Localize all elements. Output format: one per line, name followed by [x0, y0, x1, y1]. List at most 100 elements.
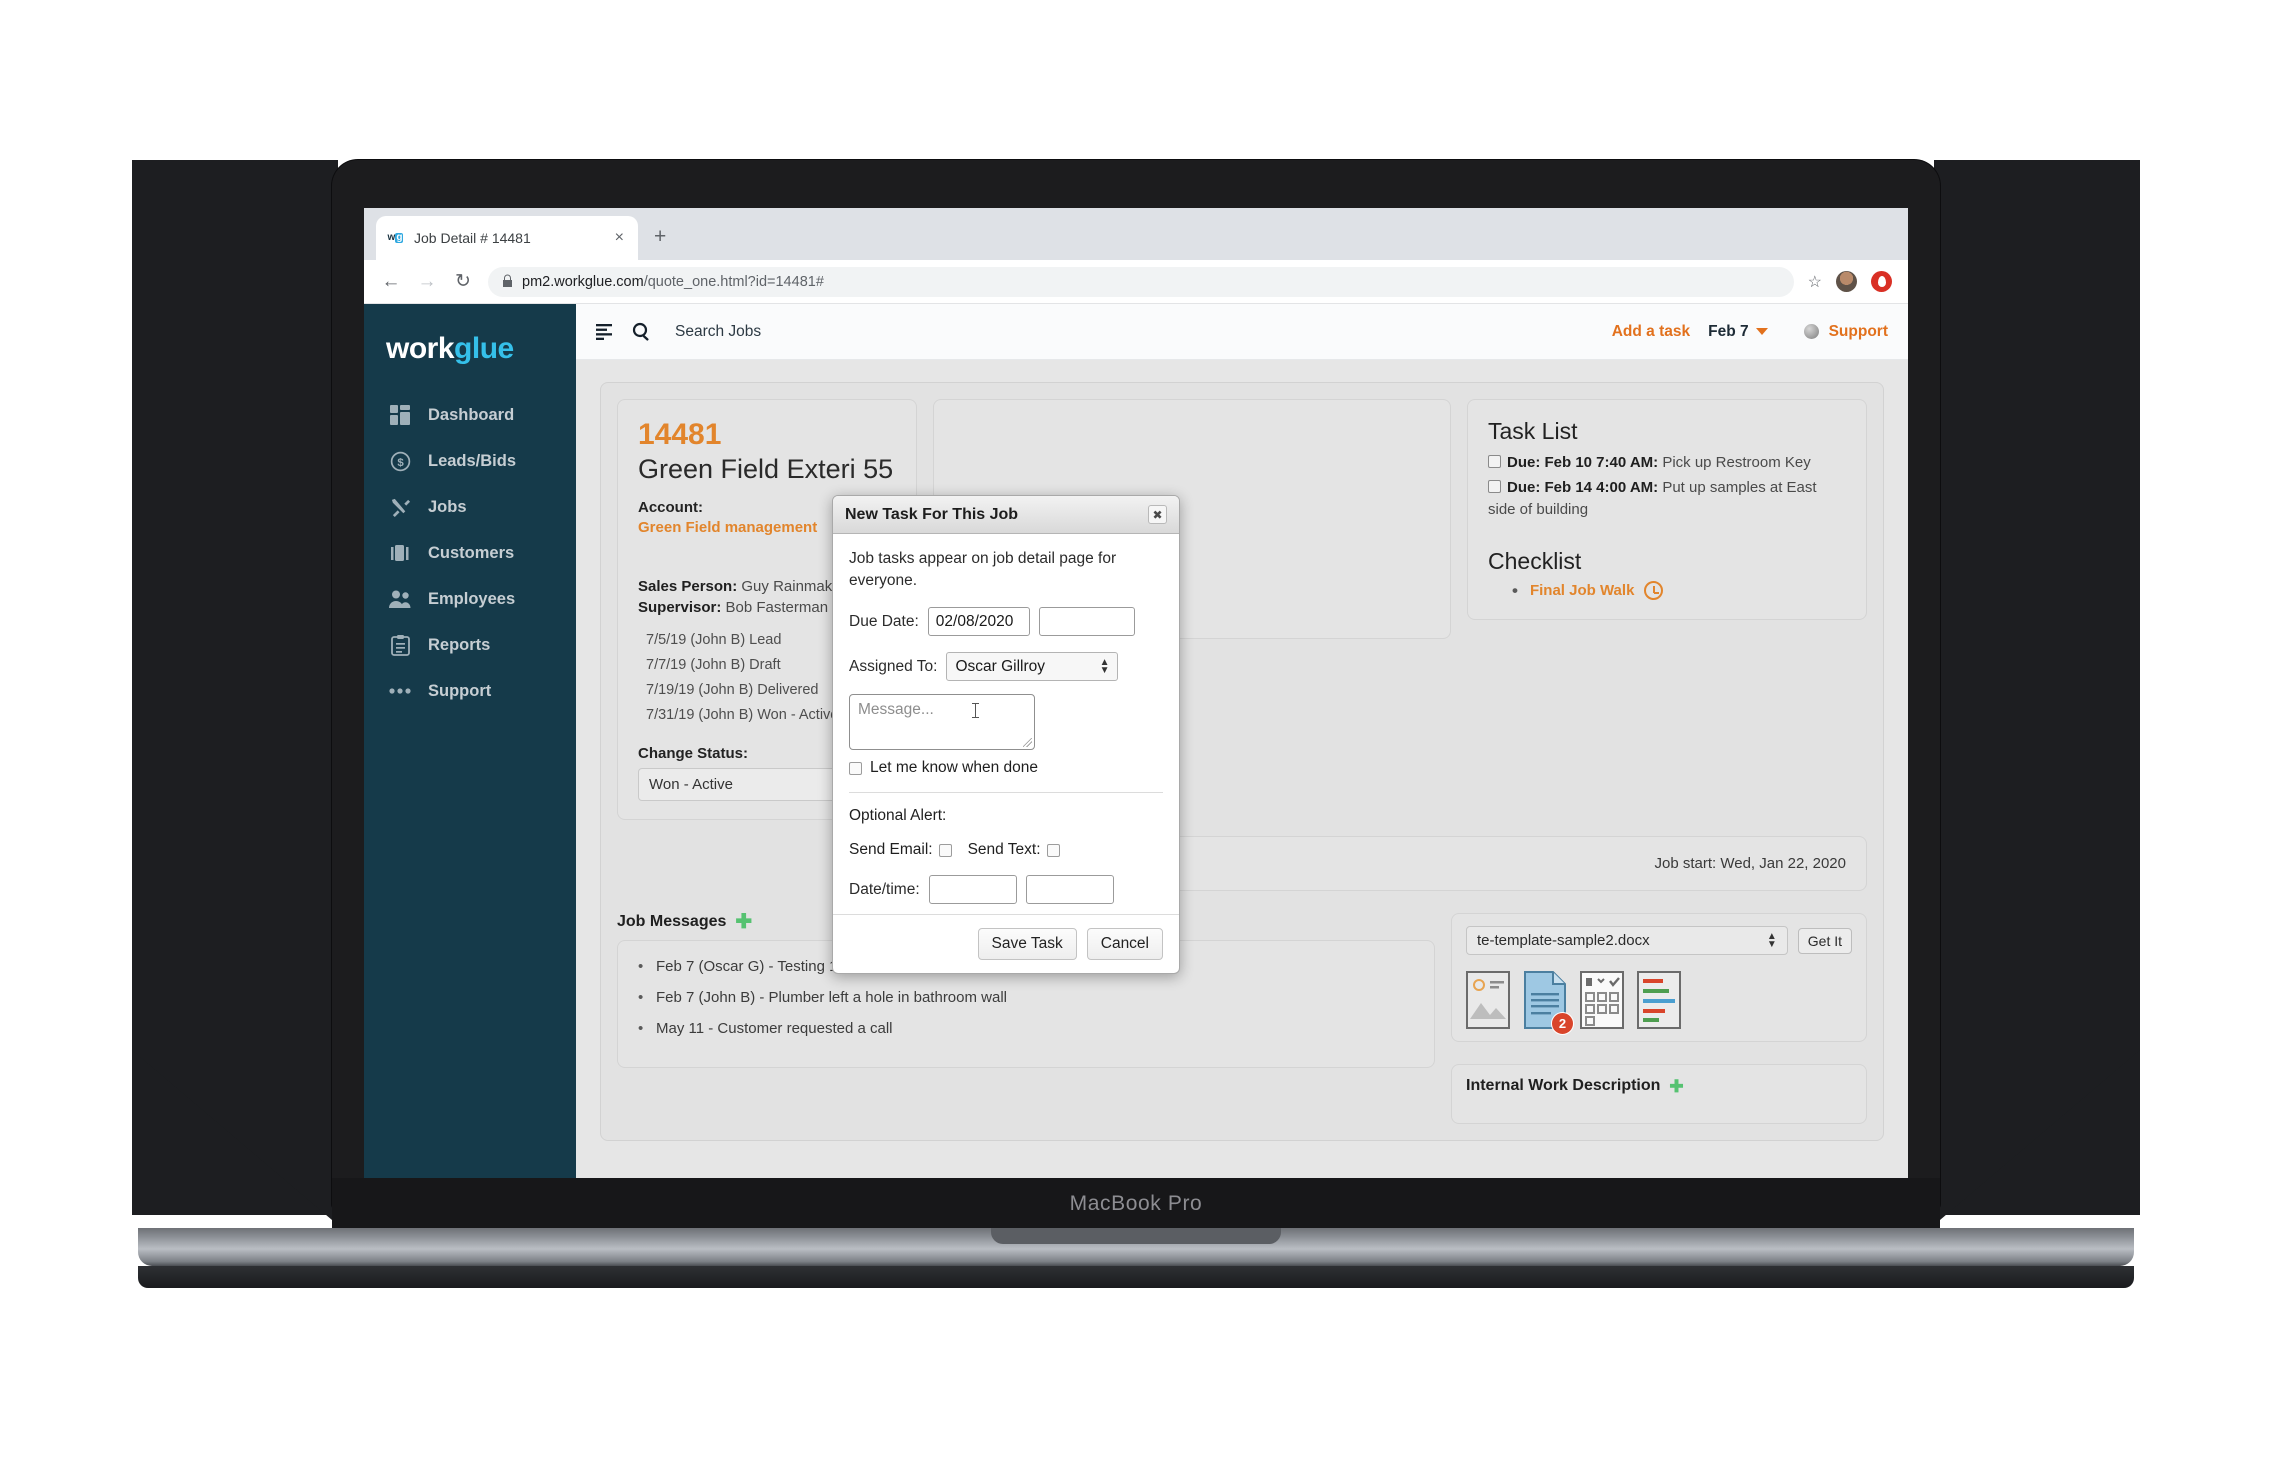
- send-text-label: Send Text:: [967, 841, 1041, 859]
- template-row: te-template-sample2.docx ▲ ▼ Get It: [1466, 926, 1852, 956]
- template-selected-value: te-template-sample2.docx: [1477, 932, 1650, 950]
- row-messages-template: Job Messages ✚ Feb 7 (Oscar G) - Testing…: [617, 912, 1867, 1125]
- close-icon[interactable]: ✖: [1148, 505, 1167, 524]
- assigned-to-row: Assigned To: Oscar Gillroy ▲ ▼: [849, 652, 1163, 682]
- notify-row: Let me know when done: [849, 759, 1163, 777]
- alert-datetime-row: Date/time:: [849, 875, 1163, 905]
- main-area: Search Jobs Add a task Feb 7 Support 144…: [576, 304, 1908, 1178]
- task-checkbox[interactable]: [1488, 479, 1501, 493]
- backdrop-right: [1934, 160, 2140, 1215]
- alert-channels-row: Send Email: Send Text:: [849, 841, 1163, 859]
- resize-handle[interactable]: [1023, 738, 1032, 748]
- template-col: te-template-sample2.docx ▲ ▼ Get It 2 In…: [1451, 913, 1867, 1125]
- add-task-button[interactable]: Add a task: [1612, 323, 1690, 341]
- task-checkbox[interactable]: [1488, 455, 1501, 468]
- close-icon[interactable]: ×: [611, 229, 628, 247]
- save-task-button[interactable]: Save Task: [977, 928, 1077, 961]
- lock-icon: [502, 274, 513, 290]
- back-icon[interactable]: ←: [380, 271, 402, 293]
- alert-date-input[interactable]: [928, 875, 1017, 905]
- content-area: 14481 Green Field Exteri 55 Account: Gre…: [576, 360, 1908, 1178]
- grid-icon: [388, 403, 412, 427]
- list-item: May 11 - Customer requested a call: [634, 1013, 1418, 1044]
- optional-alert-label: Optional Alert:: [849, 807, 947, 825]
- assigned-to-label: Assigned To:: [849, 657, 938, 675]
- job-detail-panel: 14481 Green Field Exteri 55 Account: Gre…: [600, 382, 1884, 1142]
- sidebar-item-employees[interactable]: Employees: [364, 576, 576, 622]
- modal-header: New Task For This Job ✖: [833, 496, 1179, 534]
- list-item: Feb 7 (John B) - Plumber left a hole in …: [634, 982, 1418, 1013]
- sidebar-item-label: Leads/Bids: [428, 451, 517, 470]
- datetime-label: Date/time:: [849, 880, 920, 898]
- address-bar[interactable]: pm2.workglue.com/quote_one.html?id=14481…: [488, 266, 1794, 297]
- filter-lines-icon[interactable]: [596, 323, 614, 340]
- browser-toolbar: ← → ↻ pm2.workglue.com/quote_one.html?id…: [364, 260, 1908, 304]
- sidebar-item-label: Reports: [428, 635, 491, 654]
- assigned-to-value: Oscar Gillroy: [955, 657, 1046, 675]
- tools-icon: [388, 495, 412, 519]
- sidebar-item-support[interactable]: Support: [364, 668, 576, 714]
- clock-icon: [1644, 581, 1664, 600]
- reload-icon[interactable]: ↻: [452, 270, 474, 293]
- globe-icon: [1803, 324, 1819, 339]
- notify-checkbox[interactable]: [849, 761, 862, 775]
- cancel-button[interactable]: Cancel: [1086, 928, 1163, 961]
- due-date-label: Due Date:: [849, 612, 919, 630]
- app-logo[interactable]: workglue: [364, 318, 576, 392]
- send-email-checkbox[interactable]: [938, 843, 952, 857]
- people-icon: [388, 587, 412, 611]
- sales-person-value: Guy Rainmaker: [741, 578, 846, 596]
- due-time-input[interactable]: [1038, 607, 1135, 637]
- new-tab-button[interactable]: +: [654, 226, 666, 247]
- spinner-icon: ▲ ▼: [1766, 930, 1777, 950]
- task-list-card: Task List Due: Feb 10 7:40 AM: Pick up R…: [1467, 399, 1867, 620]
- sidebar-item-label: Support: [428, 681, 492, 700]
- avatar[interactable]: [1836, 271, 1857, 292]
- job-title: Green Field Exteri 55: [638, 454, 894, 484]
- supervisor-value: Bob Fasterman: [725, 599, 829, 617]
- assigned-to-select[interactable]: Oscar Gillroy ▲ ▼: [946, 652, 1119, 682]
- sidebar-item-jobs[interactable]: Jobs: [364, 484, 576, 530]
- forward-icon[interactable]: →: [416, 271, 438, 293]
- checklist-item[interactable]: Final Job Walk: [1512, 581, 1846, 601]
- badge-count: 2: [1551, 1012, 1574, 1036]
- document-icons: 2: [1466, 971, 1852, 1036]
- sidebar-item-customers[interactable]: Customers: [364, 530, 576, 576]
- extension-icon[interactable]: [1871, 271, 1892, 292]
- date-selector[interactable]: Feb 7: [1708, 322, 1768, 341]
- template-select[interactable]: te-template-sample2.docx ▲ ▼: [1466, 926, 1788, 956]
- date-label: Feb 7: [1708, 322, 1749, 340]
- columns: 14481 Green Field Exteri 55 Account: Gre…: [617, 399, 1867, 821]
- search-input[interactable]: Search Jobs: [675, 323, 761, 341]
- sidebar-item-dashboard[interactable]: Dashboard: [364, 392, 576, 438]
- message-textarea[interactable]: Message...: [849, 694, 1035, 751]
- get-it-button[interactable]: Get It: [1797, 927, 1852, 954]
- svg-text:$: $: [397, 456, 404, 468]
- form-file-icon[interactable]: [1580, 971, 1624, 1030]
- task-text: Pick up Restroom Key: [1658, 454, 1811, 471]
- gantt-file-icon[interactable]: [1637, 971, 1681, 1030]
- message-placeholder: Message...: [858, 701, 934, 719]
- due-date-input[interactable]: 02/08/2020: [927, 607, 1030, 637]
- document-file-icon[interactable]: 2: [1523, 971, 1574, 1036]
- laptop-base: [138, 1228, 2134, 1266]
- sidebar-item-label: Customers: [428, 543, 515, 562]
- plus-icon[interactable]: ✚: [735, 912, 752, 932]
- modal-footer: Save Task Cancel: [833, 914, 1179, 973]
- search-icon[interactable]: [632, 322, 651, 341]
- spinner-icon: ▲ ▼: [1099, 656, 1110, 676]
- alert-time-input[interactable]: [1025, 875, 1114, 905]
- row-job-start: Job start: Wed, Jan 22, 2020: [617, 836, 1867, 892]
- dollar-circle-icon: $: [388, 449, 412, 473]
- sidebar: workglue Dashboard $ Leads/Bids Jobs Cus…: [364, 304, 576, 1178]
- send-text-checkbox[interactable]: [1046, 843, 1060, 857]
- sidebar-item-leads-bids[interactable]: $ Leads/Bids: [364, 438, 576, 484]
- star-icon[interactable]: ☆: [1808, 272, 1822, 292]
- browser-tab-strip: wg Job Detail # 14481 × +: [364, 208, 1908, 260]
- divider: [849, 792, 1163, 794]
- image-file-icon[interactable]: [1466, 971, 1510, 1030]
- sidebar-item-reports[interactable]: Reports: [364, 622, 576, 668]
- support-link[interactable]: Support: [1829, 323, 1888, 341]
- plus-icon[interactable]: ✚: [1669, 1078, 1683, 1095]
- browser-tab[interactable]: wg Job Detail # 14481 ×: [376, 216, 638, 260]
